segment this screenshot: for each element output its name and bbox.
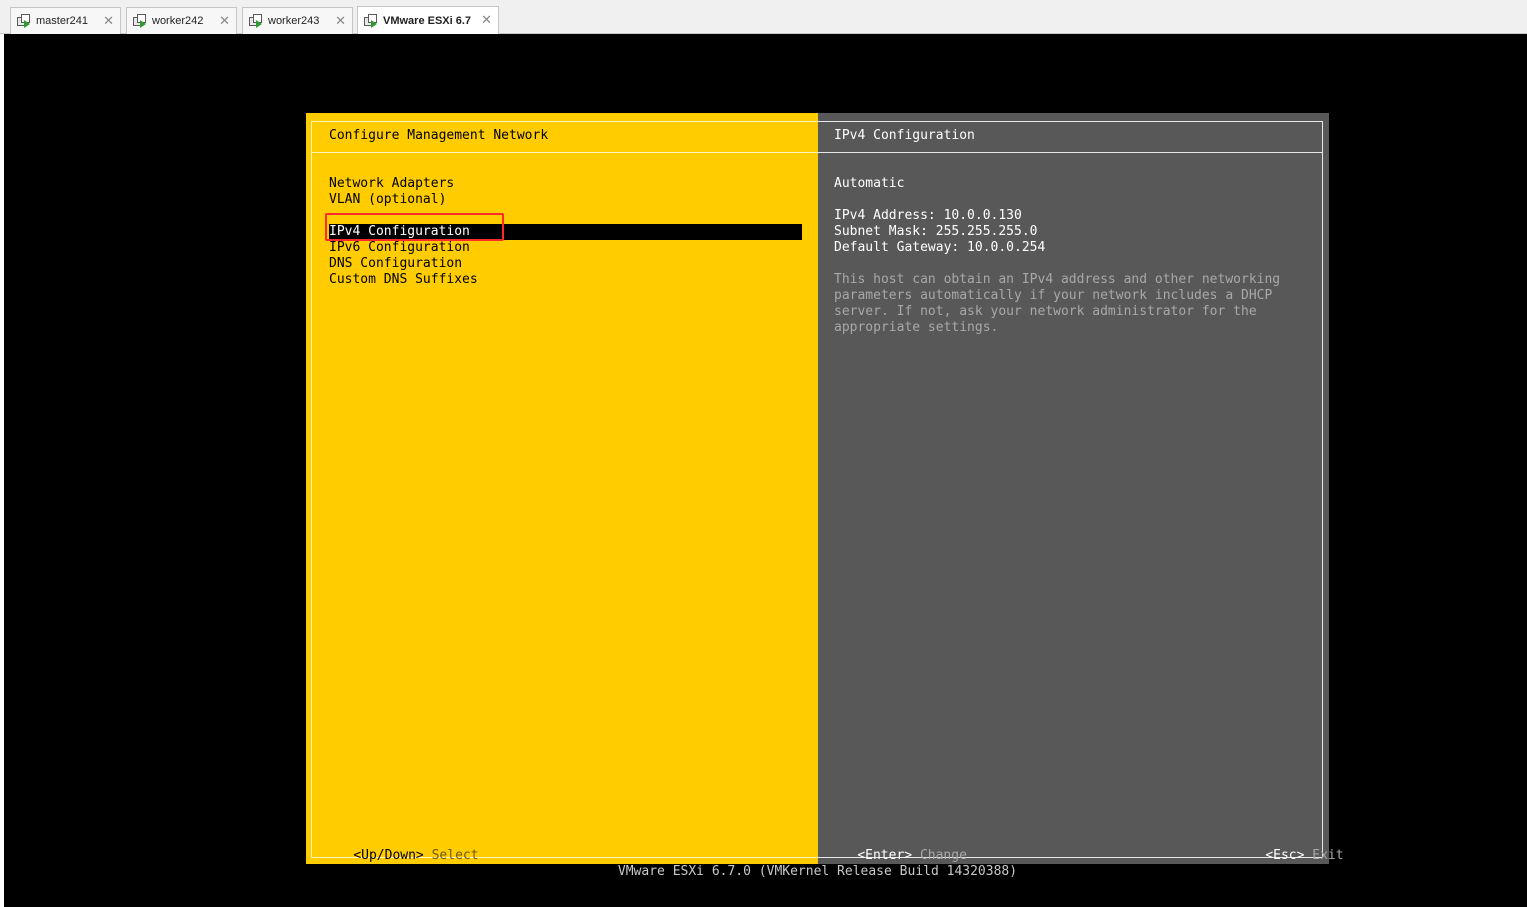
hint-key: <Enter> — [857, 848, 913, 863]
description-line: server. If not, ask your network adminis… — [834, 304, 1257, 319]
tab-label: VMware ESXi 6.7 — [383, 14, 472, 27]
tab-label: worker242 — [152, 15, 204, 27]
title-divider — [311, 152, 818, 153]
highlight-box — [325, 213, 504, 241]
menu-item-dns-configuration[interactable]: DNS Configuration — [329, 256, 462, 272]
description-line: parameters automatically if your network… — [834, 288, 1273, 303]
tab-worker243[interactable]: worker243 ✕ — [242, 7, 353, 34]
tab-vmware-esxi[interactable]: VMware ESXi 6.7 ✕ — [357, 6, 499, 34]
hint-action: Change — [919, 848, 967, 863]
close-icon[interactable]: ✕ — [219, 13, 230, 29]
menu-item-ipv6-configuration[interactable]: IPv6 Configuration — [329, 240, 470, 256]
hint-action: Exit — [1312, 848, 1344, 863]
build-footer: VMware ESXi 6.7.0 (VMKernel Release Buil… — [617, 864, 1018, 879]
panel-title: Configure Management Network — [329, 128, 549, 143]
close-icon[interactable]: ✕ — [335, 13, 346, 29]
ipv4-address: IPv4 Address: 10.0.0.130 — [834, 208, 1022, 223]
ipv4-details-panel: IPv4 Configuration Automatic IPv4 Addres… — [818, 113, 1344, 864]
close-icon[interactable]: ✕ — [103, 13, 114, 29]
vm-icon — [133, 14, 147, 28]
hint-key: <Esc> — [1265, 848, 1305, 863]
description-line: This host can obtain an IPv4 address and… — [834, 272, 1281, 287]
menu-item-vlan[interactable]: VLAN (optional) — [329, 192, 446, 208]
panel-title: IPv4 Configuration — [834, 128, 975, 143]
hint-key: <Up/Down> — [353, 848, 424, 863]
tab-worker242[interactable]: worker242 ✕ — [126, 7, 237, 34]
tab-master241[interactable]: master241 ✕ — [10, 7, 121, 34]
description-line: appropriate settings. — [834, 320, 999, 335]
subnet-mask: Subnet Mask: 255.255.255.0 — [834, 224, 1038, 239]
tab-label: worker243 — [268, 15, 320, 27]
menu-item-custom-dns-suffixes[interactable]: Custom DNS Suffixes — [329, 272, 478, 288]
title-divider — [818, 152, 1323, 153]
vm-icon — [249, 14, 263, 28]
default-gateway: Default Gateway: 10.0.0.254 — [834, 240, 1046, 255]
menu-item-network-adapters[interactable]: Network Adapters — [329, 176, 454, 192]
close-icon[interactable]: ✕ — [481, 12, 492, 28]
hint-action: Select — [431, 848, 479, 863]
vm-icon — [364, 13, 378, 28]
ipv4-mode: Automatic — [834, 176, 905, 191]
tab-label: master241 — [36, 15, 88, 27]
tab-bar: master241 ✕ worker242 ✕ worker243 ✕ VMwa… — [0, 0, 1527, 34]
vm-icon — [17, 14, 31, 28]
